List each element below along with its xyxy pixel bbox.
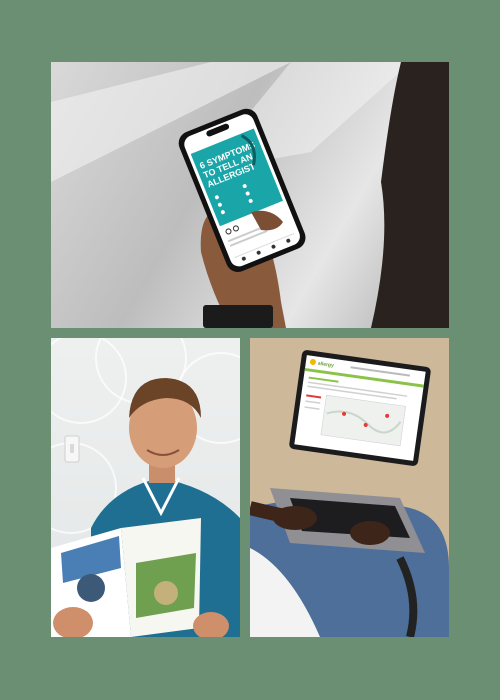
laptop-screen: allergy — [289, 350, 431, 466]
person-silhouette — [371, 62, 449, 328]
phone-photo-panel: 6 SYMPTOMS TO TELL AN ALLERGIST — [51, 62, 449, 328]
brochure-photo-panel — [51, 338, 240, 637]
laptop-photo: allergy — [250, 338, 449, 637]
brochure-image-detail — [154, 581, 178, 605]
right-hand — [350, 521, 390, 545]
watch-band — [203, 305, 273, 328]
brochure-photo-circle — [77, 574, 105, 602]
laptop-photo-panel: allergy — [250, 338, 449, 637]
phone-photo: 6 SYMPTOMS TO TELL AN ALLERGIST — [51, 62, 449, 328]
brochure-photo — [51, 338, 240, 637]
left-arm — [250, 501, 287, 523]
wallpaper-pattern — [51, 338, 127, 424]
